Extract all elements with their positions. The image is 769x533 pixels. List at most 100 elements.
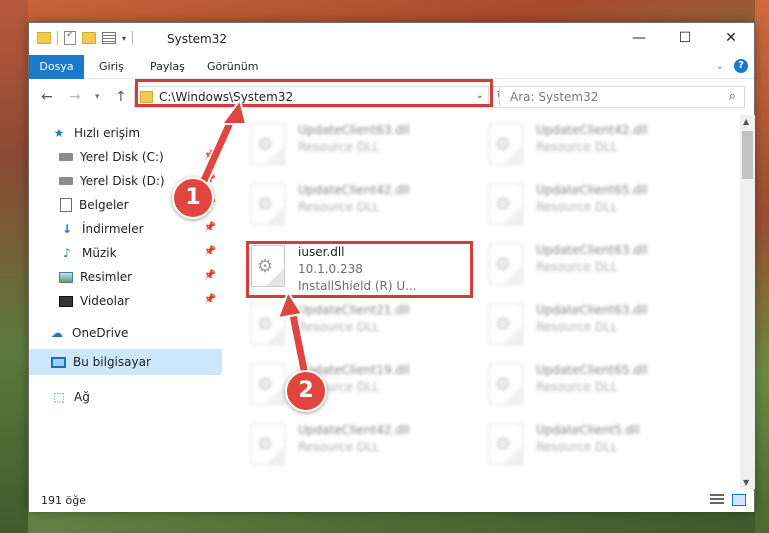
sidebar-item-label: Resimler xyxy=(80,270,133,284)
expand-ribbon-icon[interactable]: ⌄ xyxy=(716,61,724,72)
downloads-icon: ↓ xyxy=(61,222,73,236)
file-type: Resource DLL xyxy=(298,440,380,454)
sidebar-item-label: Ağ xyxy=(74,390,90,404)
cloud-icon: ☁ xyxy=(51,326,63,340)
dll-file-icon: ⚙ xyxy=(489,123,523,165)
file-name: UpdateClient5.dll xyxy=(536,423,640,437)
close-button[interactable]: ✕ xyxy=(708,23,754,53)
folder-icon xyxy=(37,32,51,44)
callout-badge-two: 2 xyxy=(285,370,327,412)
gear-icon: ⚙ xyxy=(495,254,512,275)
gear-icon: ⚙ xyxy=(495,194,512,215)
sidebar-item-label: Belgeler xyxy=(79,198,129,212)
properties-icon[interactable] xyxy=(64,29,76,45)
file-item[interactable]: ⚙ UpdateClient5.dll Resource DLL xyxy=(489,421,689,471)
tab-file[interactable]: Dosya xyxy=(29,55,84,79)
sidebar-item-pictures[interactable]: Resimler 📌 xyxy=(29,265,222,289)
computer-icon xyxy=(51,356,66,368)
file-item[interactable]: ⚙ UpdateClient63.dll Resource DLL xyxy=(489,241,689,291)
sidebar-item-onedrive[interactable]: ☁ OneDrive xyxy=(29,321,222,345)
scrollbar-thumb[interactable] xyxy=(742,131,753,179)
item-count: 191 öğe xyxy=(41,494,86,507)
file-item[interactable]: ⚙ UpdateClient42.dll Resource DLL xyxy=(251,421,451,471)
file-item[interactable]: ⚙ UpdateClient19.dll Resource DLL xyxy=(251,361,451,411)
file-item[interactable]: ⚙ UpdateClient63.dll Resource DLL xyxy=(251,121,451,171)
tiles-view-icon[interactable] xyxy=(732,494,746,506)
network-icon: ⬚ xyxy=(53,390,65,404)
search-input[interactable]: Ara: System32 ⌕ xyxy=(499,86,745,108)
window-title: System32 xyxy=(167,32,228,46)
dll-file-icon: ⚙ xyxy=(489,423,523,465)
scroll-down-icon[interactable]: ▼ xyxy=(743,478,749,487)
file-type: Resource DLL xyxy=(536,440,618,454)
chevron-down-icon[interactable]: ▾ xyxy=(122,34,126,43)
file-type: Resource DLL xyxy=(536,320,618,334)
toolbar-divider xyxy=(132,31,134,45)
tab-share[interactable]: Paylaş xyxy=(140,55,195,79)
file-type: Resource DLL xyxy=(536,380,618,394)
help-icon[interactable]: ? xyxy=(734,59,748,73)
window-controls: — ☐ ✕ xyxy=(616,23,754,53)
up-arrow-icon[interactable]: ↑ xyxy=(115,89,127,105)
pin-icon: 📌 xyxy=(203,294,216,305)
file-item[interactable]: ⚙ UpdateClient42.dll Resource DLL xyxy=(251,181,451,231)
details-view-icon[interactable] xyxy=(710,494,724,506)
quick-access-toolbar: ▾ xyxy=(37,29,134,45)
gear-icon: ⚙ xyxy=(257,434,274,455)
customize-list-icon[interactable] xyxy=(102,32,116,44)
file-type: Resource DLL xyxy=(298,140,380,154)
sidebar-item-downloads[interactable]: ↓ İndirmeler 📌 xyxy=(29,217,222,241)
minimize-button[interactable]: — xyxy=(616,23,662,53)
desktop-background-left xyxy=(0,0,28,533)
file-item[interactable]: ⚙ UpdateClient65.dll Resource DLL xyxy=(489,361,689,411)
file-highlight-box xyxy=(246,241,473,298)
sidebar-item-label: Hızlı erişim xyxy=(74,126,141,140)
file-item[interactable]: ⚙ UpdateClient21.dll Resource DLL xyxy=(251,301,451,351)
file-item[interactable]: ⚙ UpdateClient65.dll Resource DLL xyxy=(489,181,689,231)
file-name: UpdateClient65.dll xyxy=(536,183,648,197)
file-type: Resource DLL xyxy=(298,200,380,214)
dll-file-icon: ⚙ xyxy=(489,363,523,405)
search-placeholder: Ara: System32 xyxy=(510,90,599,104)
ribbon-tabs: Dosya Giriş Paylaş Görünüm ⌄ ? xyxy=(29,55,754,79)
sidebar-item-local-disk-c[interactable]: Yerel Disk (C:) 📌 xyxy=(29,145,222,169)
forward-arrow-icon[interactable]: → xyxy=(69,89,81,105)
file-type: Resource DLL xyxy=(536,140,618,154)
dll-file-icon: ⚙ xyxy=(489,303,523,345)
sidebar-item-quick-access[interactable]: ★ Hızlı erişim xyxy=(29,121,222,145)
address-highlight-box xyxy=(135,79,493,107)
sidebar-item-this-pc[interactable]: Bu bilgisayar xyxy=(29,349,222,375)
gear-icon: ⚙ xyxy=(495,314,512,335)
file-item[interactable]: ⚙ UpdateClient63.dll Resource DLL xyxy=(489,301,689,351)
file-name: UpdateClient63.dll xyxy=(536,303,648,317)
tab-home[interactable]: Giriş xyxy=(89,55,134,79)
explorer-window: ▾ System32 — ☐ ✕ Dosya Giriş Paylaş Görü… xyxy=(28,22,755,512)
disk-icon xyxy=(59,177,73,185)
maximize-button[interactable]: ☐ xyxy=(662,23,708,53)
file-name: UpdateClient63.dll xyxy=(536,243,648,257)
back-arrow-icon[interactable]: ← xyxy=(41,89,53,105)
gear-icon: ⚙ xyxy=(495,134,512,155)
scroll-up-icon[interactable]: ▲ xyxy=(743,117,749,126)
gear-icon: ⚙ xyxy=(257,194,274,215)
star-icon: ★ xyxy=(53,126,65,140)
sidebar-item-videos[interactable]: Videolar 📌 xyxy=(29,289,222,313)
tab-view[interactable]: Görünüm xyxy=(197,55,268,79)
pictures-icon xyxy=(59,271,73,283)
status-bar: 191 öğe xyxy=(29,489,754,512)
recent-locations-icon[interactable]: ▾ xyxy=(95,92,100,102)
sidebar-item-label: Videolar xyxy=(80,294,130,308)
search-icon[interactable]: ⌕ xyxy=(729,89,736,104)
dll-file-icon: ⚙ xyxy=(251,123,285,165)
pin-icon: 📌 xyxy=(203,270,216,281)
sidebar-item-label: İndirmeler xyxy=(82,222,144,236)
music-icon: ♪ xyxy=(63,246,71,260)
vertical-scrollbar[interactable]: ▲ ▼ xyxy=(740,115,755,489)
gear-icon: ⚙ xyxy=(257,374,274,395)
new-folder-icon[interactable] xyxy=(82,32,96,44)
file-item[interactable]: ⚙ UpdateClient42.dll Resource DLL xyxy=(489,121,689,171)
sidebar-item-music[interactable]: ♪ Müzik 📌 xyxy=(29,241,222,265)
sidebar-item-network[interactable]: ⬚ Ağ xyxy=(29,385,222,409)
file-name: UpdateClient42.dll xyxy=(298,423,410,437)
toolbar-divider xyxy=(57,31,58,45)
